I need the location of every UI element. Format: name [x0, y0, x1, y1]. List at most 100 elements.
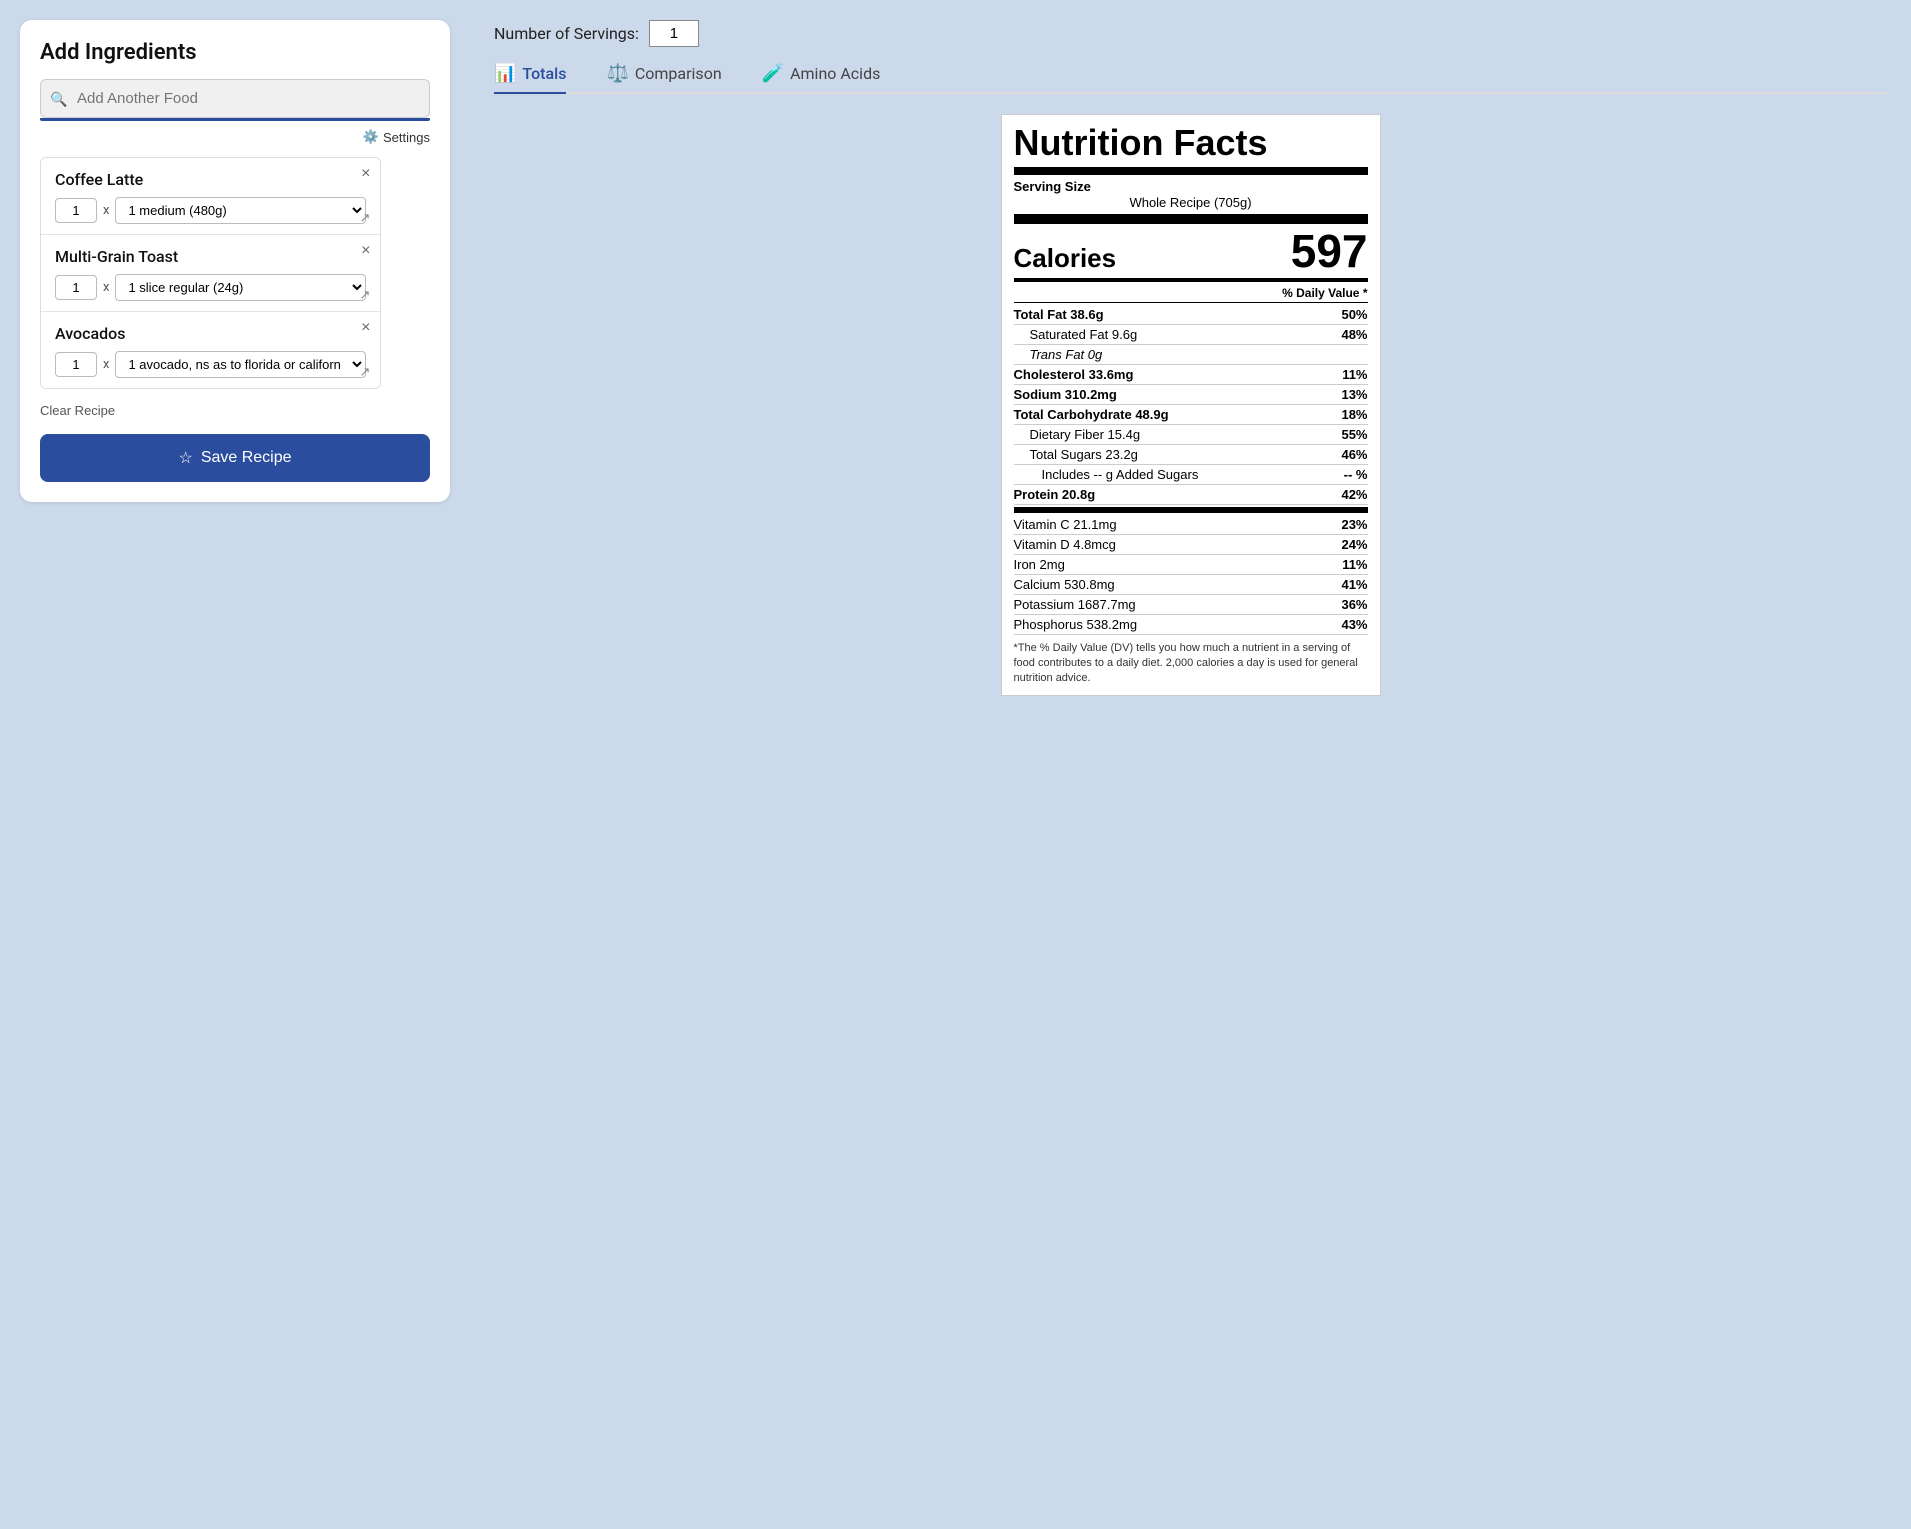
- ingredient-item: × Avocados x 1 avocado, ns as to florida…: [41, 312, 380, 388]
- vitamin-row: Vitamin D 4.8mcg 24%: [1014, 535, 1368, 555]
- search-input[interactable]: [40, 79, 430, 118]
- nf-row-label: Cholesterol 33.6mg: [1014, 367, 1335, 382]
- vitamin-row: Vitamin C 21.1mg 23%: [1014, 515, 1368, 535]
- ingredient-name: Coffee Latte: [55, 170, 366, 189]
- tab-icon: 🧪: [762, 63, 784, 84]
- tab-label: Amino Acids: [790, 64, 880, 83]
- ingredient-item: × Coffee Latte x 1 medium (480g)1 small …: [41, 158, 380, 235]
- nutrition-facts-title: Nutrition Facts: [1014, 123, 1368, 175]
- vitamin-row-label: Vitamin D 4.8mcg: [1014, 537, 1334, 552]
- vitamin-row: Calcium 530.8mg 41%: [1014, 575, 1368, 595]
- vitamin-row-value: 24%: [1341, 537, 1367, 552]
- vitamin-row-label: Potassium 1687.7mg: [1014, 597, 1334, 612]
- thick-bar-top: [1014, 214, 1368, 224]
- vitamin-row-value: 41%: [1341, 577, 1367, 592]
- nf-row-label: Total Sugars 23.2g: [1014, 447, 1334, 462]
- nf-row-value: 55%: [1341, 427, 1367, 442]
- card-title: Add Ingredients: [40, 40, 430, 65]
- tab-icon: 📊: [494, 63, 516, 84]
- dv-header: % Daily Value *: [1014, 286, 1368, 303]
- servings-label: Number of Servings:: [494, 24, 639, 43]
- expand-button[interactable]: ↗: [360, 210, 371, 226]
- nutrition-row: Trans Fat 0g: [1014, 345, 1368, 365]
- save-recipe-label: Save Recipe: [201, 449, 292, 467]
- x-label: x: [103, 280, 109, 295]
- nf-row-label: Sodium 310.2mg: [1014, 387, 1334, 402]
- calories-label: Calories: [1014, 243, 1117, 274]
- settings-label: Settings: [383, 130, 430, 145]
- nutrition-rows: Total Fat 38.6g50% Saturated Fat 9.6g 48% T…: [1014, 305, 1368, 505]
- tab-icon: ⚖️: [606, 63, 628, 84]
- nf-row-value: 50%: [1341, 307, 1367, 322]
- nf-row-value: 18%: [1341, 407, 1367, 422]
- star-icon: ☆: [178, 448, 192, 468]
- tab-comparison[interactable]: ⚖️ Comparison: [606, 63, 721, 94]
- settings-row: ⚙️ Settings: [40, 129, 430, 145]
- quantity-input[interactable]: [55, 352, 97, 377]
- servings-row: Number of Servings:: [494, 20, 1887, 47]
- tab-label: Comparison: [635, 64, 722, 83]
- x-label: x: [103, 203, 109, 218]
- vitamin-row-value: 11%: [1342, 557, 1367, 572]
- clear-recipe-button[interactable]: Clear Recipe: [40, 403, 115, 418]
- vitamin-rows: Vitamin C 21.1mg 23% Vitamin D 4.8mcg 24…: [1014, 515, 1368, 635]
- serving-select[interactable]: 1 avocado, ns as to florida or californ1…: [115, 351, 366, 378]
- vitamin-row: Potassium 1687.7mg 36%: [1014, 595, 1368, 615]
- calories-value: 597: [1291, 228, 1368, 274]
- quantity-input[interactable]: [55, 275, 97, 300]
- ingredient-name: Avocados: [55, 324, 366, 343]
- tabs-row: 📊 Totals ⚖️ Comparison 🧪 Amino Acids: [494, 63, 1887, 94]
- nutrition-row: Dietary Fiber 15.4g 55%: [1014, 425, 1368, 445]
- nf-row-label: Trans Fat 0g: [1014, 347, 1368, 362]
- nutrition-row: Protein 20.8g 42%: [1014, 485, 1368, 505]
- vitamin-row: Iron 2mg 11%: [1014, 555, 1368, 575]
- nf-row-label: Saturated Fat 9.6g: [1014, 327, 1334, 342]
- gear-icon: ⚙️: [363, 129, 379, 145]
- tab-label: Totals: [522, 64, 566, 83]
- search-container: 🔍: [40, 79, 430, 121]
- serving-size-label: Serving Size: [1014, 179, 1368, 194]
- serving-select[interactable]: 1 slice regular (24g)1 slice thick (30g): [115, 274, 366, 301]
- servings-input[interactable]: [649, 20, 699, 47]
- nutrition-row: Cholesterol 33.6mg 11%: [1014, 365, 1368, 385]
- nf-footnote: *The % Daily Value (DV) tells you how mu…: [1014, 641, 1368, 687]
- expand-button[interactable]: ↗: [360, 287, 371, 303]
- nutrition-row: Total Fat 38.6g50%: [1014, 305, 1368, 325]
- serving-select[interactable]: 1 medium (480g)1 small (240g)1 large (60…: [115, 197, 366, 224]
- vitamin-row: Phosphorus 538.2mg 43%: [1014, 615, 1368, 635]
- tab-amino-acids[interactable]: 🧪 Amino Acids: [762, 63, 881, 94]
- right-panel: Number of Servings: 📊 Totals ⚖️ Comparis…: [470, 0, 1911, 1529]
- tab-totals[interactable]: 📊 Totals: [494, 63, 566, 94]
- nutrition-row: Includes -- g Added Sugars-- %: [1014, 465, 1368, 485]
- nf-row-value: 13%: [1341, 387, 1367, 402]
- settings-button[interactable]: ⚙️ Settings: [363, 129, 430, 145]
- thick-bar-vitamins: [1014, 507, 1368, 513]
- vitamin-row-value: 43%: [1341, 617, 1367, 632]
- ingredient-item: × Multi-Grain Toast x 1 slice regular (2…: [41, 235, 380, 312]
- nutrition-row: Saturated Fat 9.6g 48%: [1014, 325, 1368, 345]
- ingredients-list-wrapper: × Coffee Latte x 1 medium (480g)1 small …: [40, 157, 430, 389]
- x-label: x: [103, 357, 109, 372]
- vitamin-row-value: 23%: [1341, 517, 1367, 532]
- remove-ingredient-button[interactable]: ×: [361, 243, 370, 259]
- nf-row-value: 42%: [1341, 487, 1367, 502]
- nf-row-label: Protein 20.8g: [1014, 487, 1334, 502]
- ingredients-list: × Coffee Latte x 1 medium (480g)1 small …: [40, 157, 381, 389]
- nf-row-label: Dietary Fiber 15.4g: [1014, 427, 1334, 442]
- quantity-input[interactable]: [55, 198, 97, 223]
- nf-row-value: 48%: [1341, 327, 1367, 342]
- nf-row-label: Includes -- g Added Sugars: [1014, 467, 1336, 482]
- nutrition-facts-wrapper: Nutrition Facts Serving Size Whole Recip…: [1001, 114, 1381, 696]
- nutrition-row: Total Carbohydrate 48.9g 18%: [1014, 405, 1368, 425]
- nf-row-value: 11%: [1342, 367, 1367, 382]
- nutrition-row: Sodium 310.2mg 13%: [1014, 385, 1368, 405]
- calories-row: Calories 597: [1014, 228, 1368, 282]
- nf-row-value: 46%: [1341, 447, 1367, 462]
- remove-ingredient-button[interactable]: ×: [361, 320, 370, 336]
- expand-button[interactable]: ↗: [360, 364, 371, 380]
- save-recipe-button[interactable]: ☆ Save Recipe: [40, 434, 430, 482]
- nf-row-label: Total Carbohydrate 48.9g: [1014, 407, 1334, 422]
- vitamin-row-value: 36%: [1341, 597, 1367, 612]
- vitamin-row-label: Phosphorus 538.2mg: [1014, 617, 1334, 632]
- remove-ingredient-button[interactable]: ×: [361, 166, 370, 182]
